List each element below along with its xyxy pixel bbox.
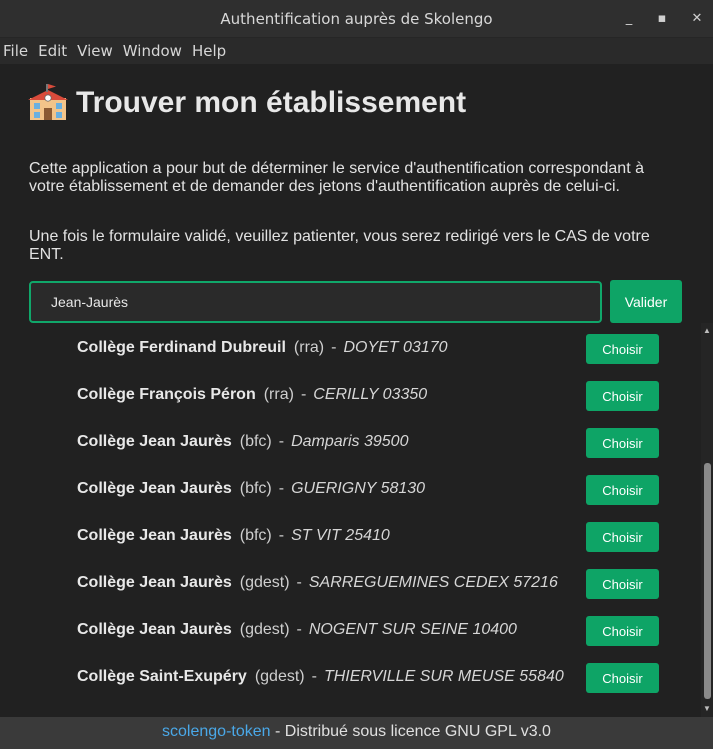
list-item: Collège Jean Jaurès (gdest) - SARREGUEMI…: [77, 568, 659, 598]
separator: -: [331, 339, 337, 356]
search-input[interactable]: [29, 281, 602, 323]
menu-help[interactable]: Help: [192, 42, 226, 60]
choisir-button[interactable]: Choisir: [586, 663, 659, 693]
region-code: (bfc): [239, 433, 272, 450]
school-name: Collège Jean Jaurès: [77, 433, 232, 450]
minimize-icon[interactable]: _: [618, 8, 640, 30]
menu-view[interactable]: View: [77, 42, 113, 60]
separator: -: [300, 386, 307, 403]
school-name: Collège Saint-Exupéry: [77, 668, 247, 685]
page-heading: Trouver mon établissement: [28, 84, 466, 122]
choisir-button[interactable]: Choisir: [586, 616, 659, 646]
close-icon[interactable]: ✕: [686, 8, 708, 30]
separator: -: [296, 621, 302, 638]
school-name: Collège Ferdinand Dubreuil: [77, 339, 286, 356]
choisir-button[interactable]: Choisir: [586, 569, 659, 599]
menu-file[interactable]: File: [3, 42, 28, 60]
school-city: CERILLY 03350: [313, 386, 428, 403]
list-item: Collège François Péron (rra) - CERILLY 0…: [77, 380, 659, 410]
region-code: (rra): [263, 386, 294, 403]
choisir-button[interactable]: Choisir: [586, 428, 659, 458]
main-content: Trouver mon établissement Cette applicat…: [0, 64, 713, 717]
region-code: (bfc): [239, 480, 272, 497]
region-code: (rra): [293, 339, 325, 356]
region-code: (bfc): [239, 527, 272, 544]
results-list: Collège Ferdinand Dubreuil (rra) - DOYET…: [0, 323, 713, 717]
separator: -: [296, 574, 302, 591]
scroll-down-arrow-icon[interactable]: ▼: [701, 703, 713, 715]
scroll-up-arrow-icon[interactable]: ▲: [701, 325, 713, 337]
separator: -: [278, 480, 285, 497]
region-code: (gdest): [239, 574, 290, 591]
region-code: (gdest): [239, 621, 290, 638]
choisir-button[interactable]: Choisir: [586, 381, 659, 411]
school-city: SARREGUEMINES CEDEX 57216: [308, 574, 558, 591]
school-city: NOGENT SUR SEINE 10400: [308, 621, 517, 638]
maximize-icon[interactable]: ▪: [651, 8, 673, 30]
school-name: Collège Jean Jaurès: [77, 574, 232, 591]
title-bar: Authentification auprès de Skolengo _ ▪ …: [0, 0, 713, 38]
school-city: ST VIT 25410: [291, 527, 390, 544]
results-scrollbar[interactable]: ▲ ▼: [701, 323, 713, 717]
separator: -: [278, 527, 285, 544]
valider-button[interactable]: Valider: [610, 280, 682, 323]
school-name: Collège Jean Jaurès: [77, 527, 232, 544]
menu-bar: File Edit View Window Help: [0, 38, 713, 64]
school-city: GUERIGNY 58130: [291, 480, 426, 497]
menu-window[interactable]: Window: [123, 42, 182, 60]
separator: -: [311, 668, 317, 685]
school-name: Collège Jean Jaurès: [77, 480, 232, 497]
list-item: Collège Jean Jaurès (bfc) - ST VIT 25410: [77, 521, 659, 551]
window-title: Authentification auprès de Skolengo: [220, 10, 493, 28]
school-city: Damparis 39500: [291, 433, 409, 450]
list-item: Collège Ferdinand Dubreuil (rra) - DOYET…: [77, 333, 659, 363]
page-title: Trouver mon établissement: [76, 86, 467, 119]
choisir-button[interactable]: Choisir: [586, 522, 659, 552]
choisir-button[interactable]: Choisir: [586, 334, 659, 364]
school-city: DOYET 03170: [343, 339, 448, 356]
region-code: (gdest): [254, 668, 305, 685]
menu-edit[interactable]: Edit: [38, 42, 67, 60]
school-name: Collège François Péron: [77, 386, 256, 403]
school-city: THIERVILLE SUR MEUSE 55840: [323, 668, 564, 685]
school-building-icon: [28, 84, 68, 122]
intro-paragraph: Cette application a pour but de détermin…: [29, 160, 644, 195]
choisir-button[interactable]: Choisir: [586, 475, 659, 505]
license-text: - Distribué sous licence GNU GPL v3.0: [270, 723, 551, 740]
scroll-thumb[interactable]: [704, 463, 711, 699]
footer: scolengo-token - Distribué sous licence …: [0, 717, 713, 749]
instructions-paragraph: Une fois le formulaire validé, veuillez …: [29, 228, 650, 263]
list-item: Collège Saint-Exupéry (gdest) - THIERVIL…: [77, 662, 659, 692]
list-item: Collège Jean Jaurès (bfc) - Damparis 395…: [77, 427, 659, 457]
scolengo-token-link[interactable]: scolengo-token: [162, 723, 271, 740]
school-name: Collège Jean Jaurès: [77, 621, 232, 638]
list-item: Collège Jean Jaurès (bfc) - GUERIGNY 581…: [77, 474, 659, 504]
separator: -: [278, 433, 285, 450]
list-item: Collège Jean Jaurès (gdest) - NOGENT SUR…: [77, 615, 659, 645]
